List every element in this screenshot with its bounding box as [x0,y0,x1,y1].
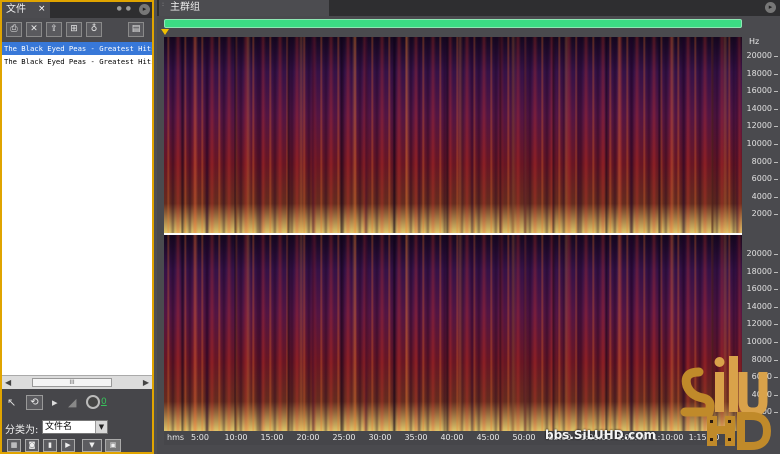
freq-tick-label: 2000 [740,209,778,218]
time-tick-label: 5:00 [191,433,209,442]
file-list: The Black Eyed Peas - Greatest Hits The … [2,42,152,375]
insert-icon[interactable]: ⊞ [66,22,82,37]
freq-tick-label: 16000 [740,86,778,95]
left-channel-spectrogram[interactable] [164,37,742,233]
volume-icon: ◢ [68,396,77,409]
time-tick-label: 15:00 [260,433,284,442]
playhead-icon[interactable] [161,29,169,35]
freq-tick-label: 14000 [740,104,778,113]
freq-tick-label: 10000 [740,139,778,148]
sort-row: 分类为: 文件名 ▼ [2,418,152,436]
tab-main-group-label: 主群组 [170,2,200,13]
grip-icon: ● ● [116,5,132,12]
freq-tick-label: 14000 [740,302,778,311]
files-tab-bar: 文件 × ● ● ▸ [2,2,152,18]
play-icon[interactable]: ▸ [52,396,58,409]
freq-tick-label: 12000 [740,121,778,130]
video-filter-icon[interactable]: ▶ [61,439,75,452]
files-panel: 文件 × ● ● ▸ ⎙ ✕ ⇪ ⊞ ♁ ▤ The Black Eyed Pe… [0,0,154,454]
files-toolbar: ⎙ ✕ ⇪ ⊞ ♁ ▤ [2,18,152,42]
time-unit: hms [167,433,185,442]
freq-tick-label: 8000 [740,157,778,166]
grip-icon: : [162,1,165,8]
watermark: bbs.SiLUHD.com [545,428,657,442]
tab-main-group[interactable]: : 主群组 [159,0,329,16]
sort-label: 分类为: [5,425,39,436]
freq-tick-label: 16000 [740,284,778,293]
spectral-display[interactable] [164,37,742,431]
time-tick-label: 35:00 [404,433,428,442]
time-tick-label: 30:00 [368,433,392,442]
freq-tick-label: 4000 [740,192,778,201]
chevron-down-icon[interactable]: ▼ [95,421,107,433]
right-channel-spectrogram[interactable] [164,235,742,431]
tab-files-label: 文件 [6,4,26,15]
main-tab-bar: : 主群组 ▸ [157,0,780,16]
freq-tick-label: 20000 [740,51,778,60]
freq-unit: Hz [749,37,760,46]
tab-files[interactable]: 文件 × [2,2,50,18]
volume-value[interactable]: 0 [101,397,107,407]
file-item[interactable]: The Black Eyed Peas - Greatest Hits [2,42,152,55]
time-tick-label: 45:00 [476,433,500,442]
time-tick-label: 40:00 [440,433,464,442]
loop-icon[interactable]: ⟲ [26,395,43,410]
freq-tick-label: 6000 [740,174,778,183]
loop-play-icon[interactable]: ↖ [7,396,16,409]
bottom-buttons: ▦ ◙ ▮ ▶ ▼ ▣ [2,438,152,454]
scroll-left-icon[interactable]: ◀ [5,378,11,387]
volume-knob[interactable] [86,395,100,409]
close-file-icon[interactable]: ✕ [26,22,42,37]
time-tick-label: 20:00 [296,433,320,442]
export-icon[interactable]: ⇪ [46,22,62,37]
panel-menu-icon[interactable]: ▸ [139,4,150,15]
main-group-panel: : 主群组 ▸ Hz 20000 18000 16000 14000 12000 1000… [157,0,780,454]
freq-tick-label: 18000 [740,69,778,78]
panel-menu-icon[interactable]: ▸ [765,2,776,13]
file-item[interactable]: The Black Eyed Peas - Greatest Hits [2,55,152,68]
preview-transport: ↖ ⟲ ▸ ◢ 0 [2,391,152,417]
view-mode-icon[interactable]: ▤ [128,22,144,37]
freq-tick-label: 18000 [740,267,778,276]
import-file-icon[interactable]: ⎙ [6,22,22,37]
options-icon[interactable]: ▣ [105,439,121,452]
time-tick-label: 50:00 [512,433,536,442]
close-icon[interactable]: × [38,2,46,17]
filter-icon[interactable]: ▼ [82,439,102,452]
horizontal-scrollbar[interactable]: ◀ III ▶ [2,375,152,389]
midi-filter-icon[interactable]: ▮ [43,439,57,452]
freq-tick-label: 12000 [740,319,778,328]
freq-tick-label: 20000 [740,249,778,258]
show-all-icon[interactable]: ▦ [7,439,21,452]
sort-select[interactable]: 文件名 ▼ [42,420,108,434]
autoplay-icon[interactable]: ♁ [86,22,102,37]
freq-tick-label: 10000 [740,337,778,346]
siluhd-logo [677,350,775,450]
scroll-thumb[interactable]: III [32,378,112,387]
audio-filter-icon[interactable]: ◙ [25,439,39,452]
sort-value: 文件名 [45,422,73,432]
waveform-overview-bar[interactable] [164,19,742,28]
time-tick-label: 10:00 [224,433,248,442]
time-tick-label: 25:00 [332,433,356,442]
scroll-right-icon[interactable]: ▶ [143,378,149,387]
